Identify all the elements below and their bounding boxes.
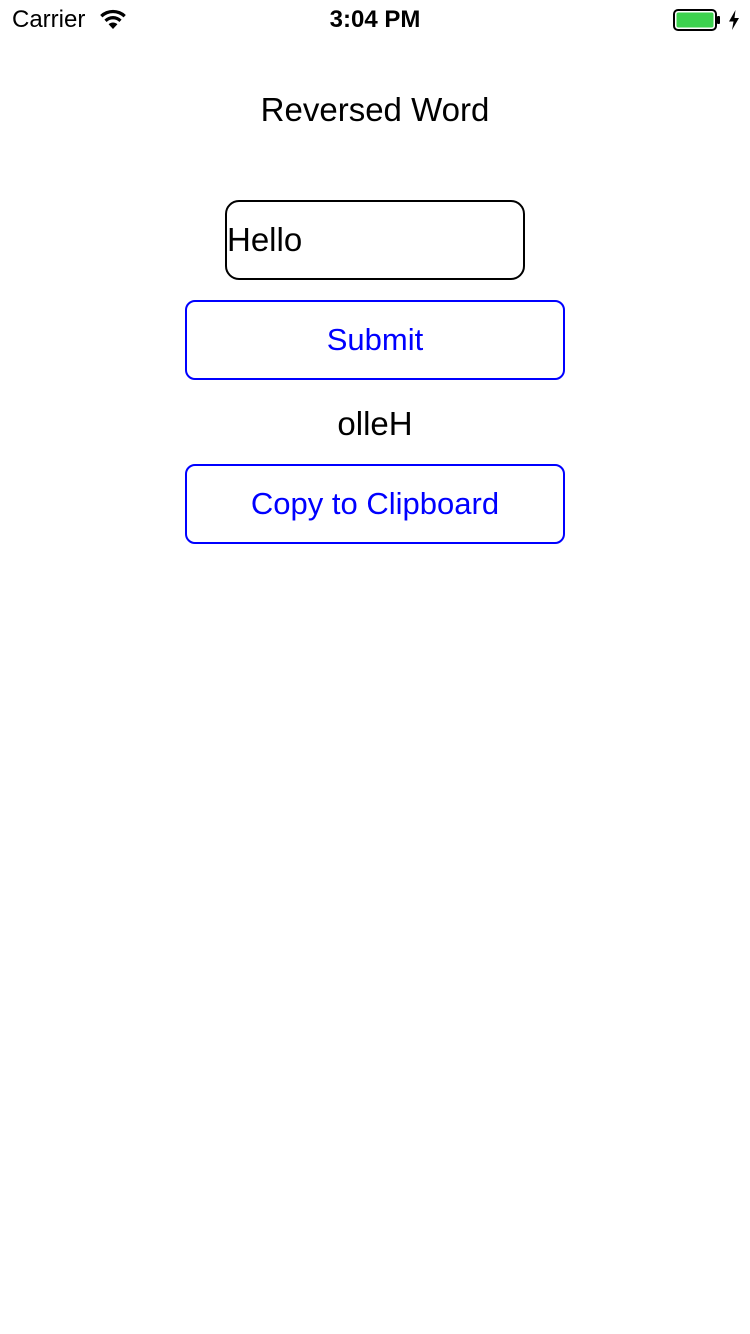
charging-bolt-icon (729, 10, 739, 30)
copy-to-clipboard-button[interactable]: Copy to Clipboard (185, 464, 565, 544)
reversed-result: olleH (337, 405, 413, 442)
word-input[interactable] (225, 200, 525, 280)
battery-icon (673, 9, 720, 31)
submit-button[interactable]: Submit (185, 300, 565, 380)
screen-title: Reversed Word (260, 91, 490, 128)
status-bar: Carrier 3:04 PM (0, 0, 750, 40)
status-time: 3:04 PM (329, 6, 421, 33)
